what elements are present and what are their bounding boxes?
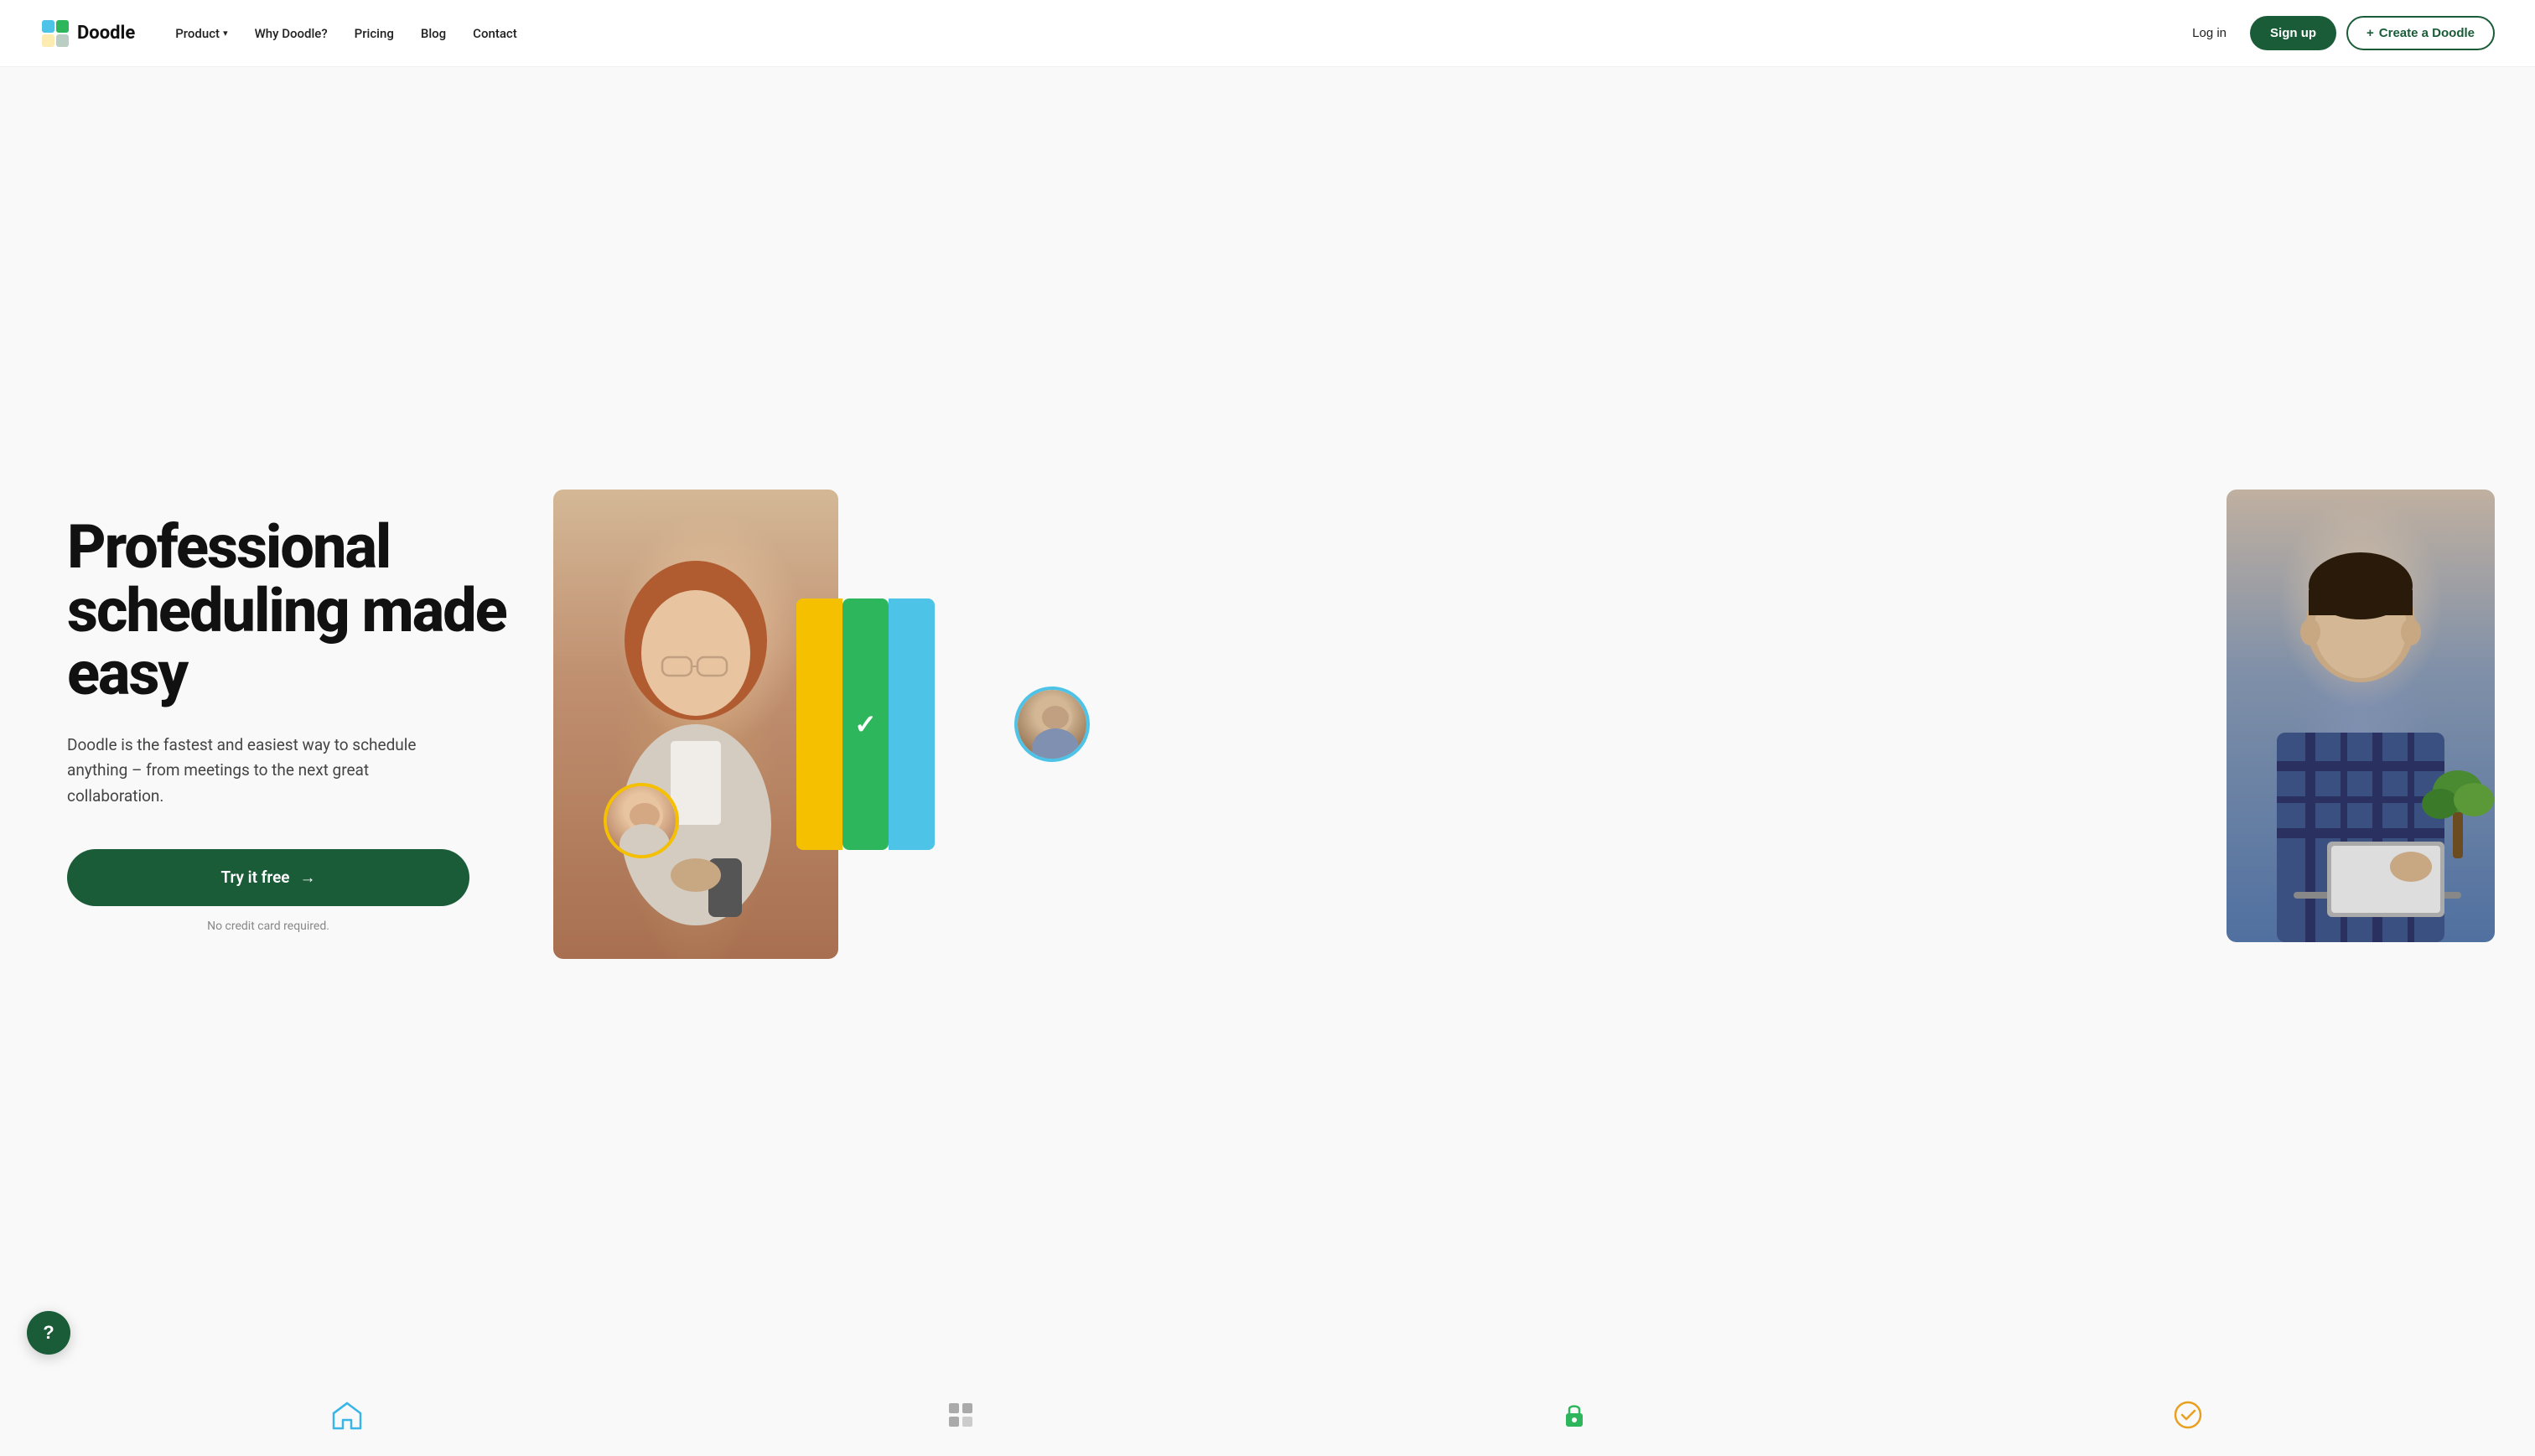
lock-icon: [1558, 1398, 1591, 1439]
nav-contact[interactable]: Contact: [463, 19, 527, 48]
hero-images: ✓: [553, 473, 2495, 976]
grid-icon: [944, 1398, 977, 1439]
nav-why-doodle[interactable]: Why Doodle?: [245, 19, 338, 48]
check-circle-icon: [2171, 1398, 2205, 1439]
hero-section: Professional scheduling made easy Doodle…: [0, 67, 2535, 1381]
nav-product[interactable]: Product ▾: [165, 19, 237, 48]
feature-lock: [1558, 1398, 1591, 1439]
avatar-woman: [604, 783, 679, 858]
hero-content: Professional scheduling made easy Doodle…: [67, 516, 553, 933]
checkmark-icon: ✓: [854, 708, 877, 740]
man-photo: [2227, 490, 2495, 942]
chevron-down-icon: ▾: [223, 28, 228, 39]
try-it-free-button[interactable]: Try it free →: [67, 849, 469, 906]
arrow-icon: →: [300, 868, 316, 888]
plus-icon: +: [2367, 26, 2374, 40]
signup-button[interactable]: Sign up: [2250, 16, 2336, 50]
woman-photo: [553, 490, 838, 959]
color-bars: ✓: [796, 598, 935, 850]
doodle-logo-icon: [40, 18, 70, 49]
man-illustration: [2227, 490, 2495, 942]
house-icon: [330, 1398, 364, 1439]
logo-text: Doodle: [77, 23, 135, 44]
nav-actions: Log in Sign up + Create a Doodle: [2179, 16, 2495, 50]
create-doodle-button[interactable]: + Create a Doodle: [2346, 16, 2495, 50]
woman-illustration: [553, 490, 838, 959]
navigation: Doodle Product ▾ Why Doodle? Pricing Blo…: [0, 0, 2535, 67]
feature-house: [330, 1398, 364, 1439]
nav-pricing[interactable]: Pricing: [345, 19, 404, 48]
green-bar: ✓: [842, 598, 889, 850]
hero-title: Professional scheduling made easy: [67, 516, 553, 706]
nav-links: Product ▾ Why Doodle? Pricing Blog Conta…: [165, 19, 2179, 48]
features-row: [0, 1381, 2535, 1456]
feature-check-circle: [2171, 1398, 2205, 1439]
yellow-bar: [796, 598, 842, 850]
blue-bar: [889, 598, 935, 850]
feature-grid: [944, 1398, 977, 1439]
help-button[interactable]: ?: [27, 1311, 70, 1355]
avatar-man: [1014, 687, 1090, 762]
no-credit-card-text: No credit card required.: [67, 920, 469, 933]
logo[interactable]: Doodle: [40, 18, 135, 49]
login-button[interactable]: Log in: [2179, 19, 2240, 47]
nav-blog[interactable]: Blog: [411, 19, 456, 48]
hero-subtitle: Doodle is the fastest and easiest way to…: [67, 733, 469, 809]
